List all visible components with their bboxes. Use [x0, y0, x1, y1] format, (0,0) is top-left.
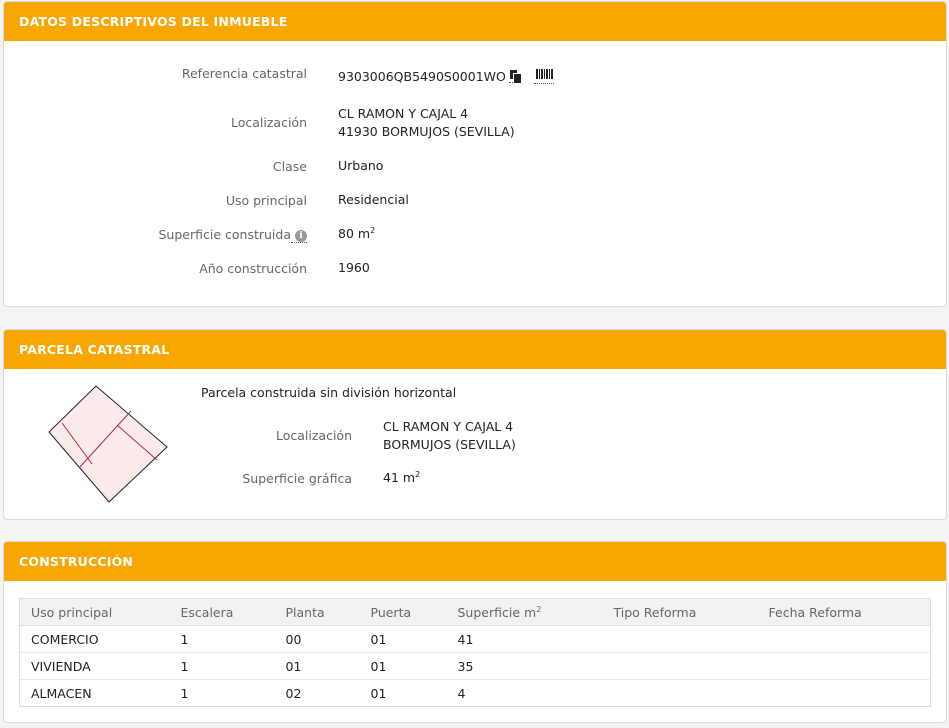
referencia-catastral-value: 9303006QB5490S0001WO	[338, 68, 521, 86]
superficie-grafica-label: Superficie gráfica	[242, 471, 352, 486]
clase-value: Urbano	[338, 158, 384, 173]
datos-descriptivos-panel: DATOS DESCRIPTIVOS DEL INMUEBLE Referenc…	[3, 1, 947, 307]
localizacion-value: CL RAMON Y CAJAL 4 41930 BORMUJOS (SEVIL…	[338, 105, 515, 141]
table-row: COMERCIO 1 00 01 41	[19, 625, 931, 653]
parcela-localizacion-line1: CL RAMON Y CAJAL 4	[383, 419, 514, 434]
parcel-map[interactable]	[44, 382, 174, 506]
construccion-header: CONSTRUCCIÓN	[4, 542, 946, 581]
referencia-catastral-text: 9303006QB5490S0001WO	[338, 69, 506, 84]
cell-planta: 01	[274, 652, 360, 680]
info-icon[interactable]: i	[295, 230, 307, 242]
localizacion-line2: 41930 BORMUJOS (SEVILLA)	[338, 124, 515, 139]
col-uso-principal: Uso principal	[19, 598, 170, 626]
superficie-grafica-unit: 2	[415, 469, 421, 479]
table-row: ALMACEN 1 02 01 4	[20, 680, 931, 707]
superficie-construida-value: 80 m2	[338, 225, 375, 243]
col-planta: Planta	[274, 598, 360, 626]
col-escalera: Escalera	[169, 598, 275, 626]
construccion-panel: CONSTRUCCIÓN Uso principal Escalera Plan…	[3, 541, 947, 723]
parcela-catastral-panel: PARCELA CATASTRAL Parcela construida sin…	[3, 329, 947, 520]
cell-escalera: 1	[180, 685, 189, 701]
parcela-localizacion-value: CL RAMON Y CAJAL 4 BORMUJOS (SEVILLA)	[383, 418, 516, 454]
cell-tipo-reforma	[603, 680, 758, 707]
cell-superficie: 35	[446, 652, 603, 680]
barcode-icon[interactable]	[534, 68, 554, 84]
localizacion-label: Localización	[230, 115, 307, 130]
superficie-construida-label: Superficie construida i	[158, 227, 307, 243]
cell-fecha-reforma	[757, 625, 931, 653]
superficie-grafica-number: 41 m	[383, 470, 416, 485]
cell-fecha-reforma	[758, 680, 931, 707]
col-tipo-reforma: Tipo Reforma	[602, 598, 758, 626]
uso-principal-value: Residencial	[338, 192, 409, 207]
cell-escalera: 1	[169, 652, 275, 680]
superficie-grafica-value: 41 m2	[383, 469, 420, 487]
cell-escalera: 1	[169, 625, 275, 653]
cell-superficie: 41	[446, 625, 603, 653]
col-puerta: Puerta	[359, 598, 447, 626]
col-superficie: Superficie m2	[446, 598, 603, 626]
anio-construccion-label: Año construcción	[199, 261, 307, 276]
table-header-row: Uso principal Escalera Planta Puerta Sup…	[19, 598, 931, 626]
referencia-catastral-label: Referencia catastral	[181, 66, 307, 81]
cell-tipo-reforma	[602, 652, 758, 680]
copy-icon[interactable]	[508, 70, 521, 83]
clase-label: Clase	[272, 159, 307, 174]
cell-superficie: 4	[457, 685, 466, 701]
datos-descriptivos-header: DATOS DESCRIPTIVOS DEL INMUEBLE	[4, 2, 946, 41]
parcela-localizacion-line2: BORMUJOS (SEVILLA)	[383, 437, 516, 452]
cell-planta: 00	[274, 625, 360, 653]
col-fecha-reforma: Fecha Reforma	[757, 598, 931, 626]
superficie-construida-unit: 2	[370, 225, 376, 235]
cell-uso: VIVIENDA	[19, 652, 170, 680]
table-row: VIVIENDA 1 01 01 35	[19, 652, 931, 680]
parcela-descripcion: Parcela construida sin división horizont…	[201, 385, 457, 400]
cell-puerta: 01	[370, 685, 387, 701]
localizacion-line1: CL RAMON Y CAJAL 4	[338, 106, 469, 121]
cell-tipo-reforma	[602, 625, 758, 653]
cell-puerta: 01	[359, 652, 447, 680]
uso-principal-label: Uso principal	[225, 193, 307, 208]
parcel-shape	[48, 385, 168, 503]
cell-puerta: 01	[359, 625, 447, 653]
parcela-catastral-header: PARCELA CATASTRAL	[4, 330, 946, 369]
parcela-localizacion-label: Localización	[275, 428, 352, 443]
cell-fecha-reforma	[757, 652, 931, 680]
cell-uso: COMERCIO	[19, 625, 170, 653]
cell-planta: 02	[285, 685, 302, 701]
col-superficie-unit: 2	[536, 604, 542, 614]
col-superficie-text: Superficie m	[457, 604, 537, 620]
info-icon-wrap[interactable]: i	[291, 227, 307, 243]
cell-uso: ALMACEN	[31, 685, 92, 701]
anio-construccion-value: 1960	[338, 260, 370, 275]
superficie-construida-label-text: Superficie construida	[158, 227, 292, 242]
superficie-construida-number: 80 m	[338, 226, 371, 241]
construccion-table: Uso principal Escalera Planta Puerta Sup…	[19, 598, 931, 707]
